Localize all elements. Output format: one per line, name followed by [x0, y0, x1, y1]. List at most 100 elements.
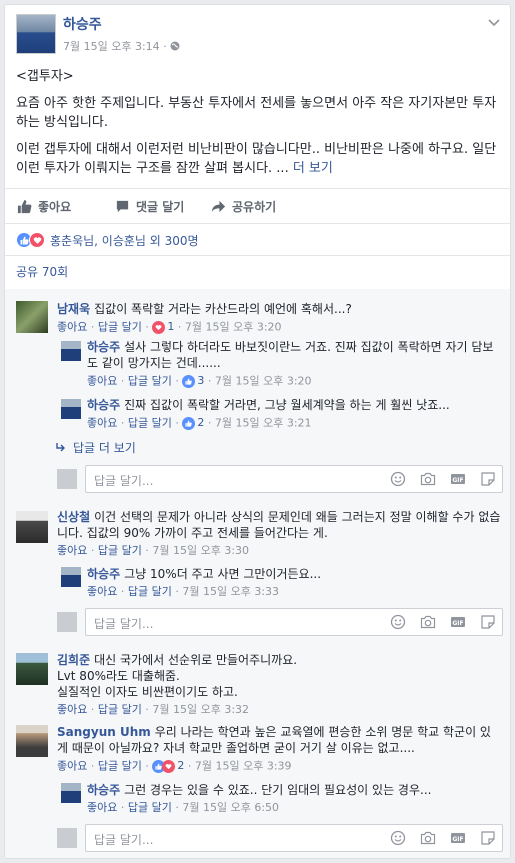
author-name[interactable]: 하승주: [63, 14, 102, 34]
post-body: <갭투자> 요즘 아주 핫한 주제입니다. 부동산 투자에서 전세를 놓으면서 …: [5, 59, 510, 178]
current-user-avatar: [57, 469, 77, 489]
reply-reply-link[interactable]: 답글 달기: [128, 417, 172, 430]
post-header: 하승주 7월 15일 오후 3:14 ·: [5, 5, 510, 59]
replier-name[interactable]: 하승주: [87, 340, 120, 354]
comment-time[interactable]: 7월 15일 오후 3:20: [185, 321, 282, 334]
comments-section: 남재욱 집값이 폭락할 거라는 카산드라의 예언에 혹해서...? 좋아요 · 답…: [5, 289, 510, 858]
comment-like-link[interactable]: 좋아요: [57, 703, 87, 716]
gif-icon[interactable]: GIF: [450, 471, 466, 487]
reply-like-link[interactable]: 좋아요: [87, 417, 117, 430]
gif-icon[interactable]: GIF: [450, 614, 466, 630]
reply: 하승주 설사 그렇다 하더라도 바보짓이란느 거죠. 진짜 집값이 폭락하면 자기…: [87, 339, 502, 390]
reply-placeholder: 답글 달기...: [94, 833, 154, 847]
reply-meta: 좋아요 · 답글 달기 · 3 · 7월 15일 오후 3:20: [87, 373, 312, 389]
replier-avatar[interactable]: [61, 341, 81, 361]
reply-text: 그냥 10%더 주고 사면 그만이거든요...: [124, 567, 322, 581]
comment-meta: 좋아요 · 답글 달기 · 2 · 7월 15일 오후 3:39: [57, 758, 292, 774]
comment-time[interactable]: 7월 15일 오후 3:39: [195, 760, 292, 773]
comment-like-link[interactable]: 좋아요: [57, 544, 87, 557]
commenter-avatar[interactable]: [16, 511, 48, 543]
comment-text-line-2: Lvt 80%라도 대출해줌.: [57, 669, 180, 683]
commenter-name[interactable]: 김희준: [57, 653, 90, 667]
comment-reaction-count[interactable]: 2: [152, 758, 184, 774]
post-timestamp[interactable]: 7월 15일 오후 3:14 ·: [63, 40, 170, 53]
reply-reply-link[interactable]: 답글 달기: [128, 375, 172, 388]
gif-icon[interactable]: GIF: [450, 830, 466, 846]
replier-name[interactable]: 하승주: [87, 398, 120, 412]
comment-time[interactable]: 7월 15일 오후 3:32: [152, 703, 249, 716]
commenter-avatar[interactable]: [16, 653, 48, 685]
replier-name[interactable]: 하승주: [87, 567, 120, 581]
reply-reply-link[interactable]: 답글 달기: [128, 801, 172, 814]
commenter-avatar[interactable]: [16, 301, 48, 333]
like-button[interactable]: 좋아요: [17, 198, 71, 215]
reply-like-link[interactable]: 좋아요: [87, 801, 117, 814]
commenter-avatar[interactable]: [16, 725, 48, 757]
svg-text:GIF: GIF: [452, 620, 463, 627]
like-reaction-icon: [182, 374, 196, 388]
share-arrow-icon: [211, 200, 226, 212]
reply-placeholder: 답글 달기...: [94, 617, 154, 631]
share-button[interactable]: 공유하기: [211, 198, 276, 215]
reply-time[interactable]: 7월 15일 오후 3:20: [215, 375, 312, 388]
public-globe-icon: [170, 41, 180, 51]
svg-text:GIF: GIF: [452, 477, 463, 484]
reply-input[interactable]: 답글 달기... GIF: [85, 824, 503, 852]
camera-icon[interactable]: [420, 614, 436, 630]
comment-time[interactable]: 7월 15일 오후 3:30: [152, 544, 249, 557]
reply-input[interactable]: 답글 달기... GIF: [85, 465, 503, 493]
reply-reply-link[interactable]: 답글 달기: [128, 585, 172, 598]
author-avatar[interactable]: [16, 14, 56, 54]
love-reaction-icon: [152, 320, 166, 334]
chevron-down-icon[interactable]: [487, 15, 501, 29]
sticker-icon[interactable]: [480, 614, 496, 630]
reply-time[interactable]: 7월 15일 오후 6:50: [182, 801, 279, 814]
sticker-icon[interactable]: [480, 471, 496, 487]
comment-reply-link[interactable]: 답글 달기: [98, 760, 142, 773]
reply-input[interactable]: 답글 달기... GIF: [85, 608, 503, 636]
comment-like-link[interactable]: 좋아요: [57, 760, 87, 773]
love-reaction-icon: [162, 759, 176, 773]
emoji-icon[interactable]: [390, 830, 406, 846]
see-more-link[interactable]: 더 보기: [293, 161, 333, 176]
comment-button[interactable]: 댓글 달기: [115, 198, 184, 215]
comment-reply-link[interactable]: 답글 달기: [98, 321, 142, 334]
camera-icon[interactable]: [420, 830, 436, 846]
commenter-name[interactable]: Sangyun Uhm: [57, 725, 151, 739]
comment-like-link[interactable]: 좋아요: [57, 321, 87, 334]
svg-text:GIF: GIF: [452, 836, 463, 843]
reply-like-link[interactable]: 좋아요: [87, 585, 117, 598]
more-replies-link[interactable]: 답글 더 보기: [55, 439, 136, 456]
comment-text-line-3: 실질적인 이자도 비싼편이기도 하고.: [57, 685, 238, 699]
reply-like-link[interactable]: 좋아요: [87, 375, 117, 388]
comment-reply-link[interactable]: 답글 달기: [98, 703, 142, 716]
comment-reaction-count[interactable]: 1: [152, 319, 174, 335]
comment-text: 이건 선택의 문제가 아니라 상식의 문제인데 왜들 그러는지 정말 이해할 수…: [57, 510, 501, 540]
reactions-summary[interactable]: 홍춘욱님, 이승훈님 외 300명: [16, 229, 199, 251]
reactions-text[interactable]: 홍춘욱님, 이승훈님 외 300명: [50, 232, 199, 249]
replier-avatar[interactable]: [61, 567, 81, 587]
camera-icon[interactable]: [420, 471, 436, 487]
reply-reaction-count[interactable]: 2: [182, 415, 204, 431]
comment-meta: 좋아요 · 답글 달기 · 7월 15일 오후 3:32: [57, 703, 250, 716]
reply-time[interactable]: 7월 15일 오후 3:33: [182, 585, 279, 598]
reply-meta: 좋아요 · 답글 달기 · 2 · 7월 15일 오후 3:21: [87, 415, 312, 431]
post-line-3: 이런 갭투자에 대해서 이런저런 비난비판이 많습니다만.. 비난비판은 나중에…: [16, 142, 497, 176]
replier-name[interactable]: 하승주: [87, 783, 120, 797]
share-count[interactable]: 공유 70회: [16, 263, 68, 280]
sticker-icon[interactable]: [480, 830, 496, 846]
current-user-avatar: [57, 828, 77, 848]
emoji-icon[interactable]: [390, 471, 406, 487]
commenter-name[interactable]: 신상철: [57, 510, 90, 524]
comment-reply-link[interactable]: 답글 달기: [98, 544, 142, 557]
reply-time[interactable]: 7월 15일 오후 3:21: [215, 417, 312, 430]
replier-avatar[interactable]: [61, 783, 81, 803]
comment: 신상철 이건 선택의 문제가 아니라 상식의 문제인데 왜들 그러는지 정말 이해…: [57, 509, 502, 559]
love-reaction-icon: [29, 232, 45, 248]
reply-reaction-count[interactable]: 3: [182, 373, 204, 389]
comment-text: 대신 국가에서 선순위로 만들어주니까요.: [94, 653, 298, 667]
replier-avatar[interactable]: [61, 399, 81, 419]
commenter-name[interactable]: 남재욱: [57, 302, 90, 316]
emoji-icon[interactable]: [390, 614, 406, 630]
post-card: 하승주 7월 15일 오후 3:14 · <갭투자> 요즘 아주 핫한 주제입니…: [4, 4, 511, 859]
